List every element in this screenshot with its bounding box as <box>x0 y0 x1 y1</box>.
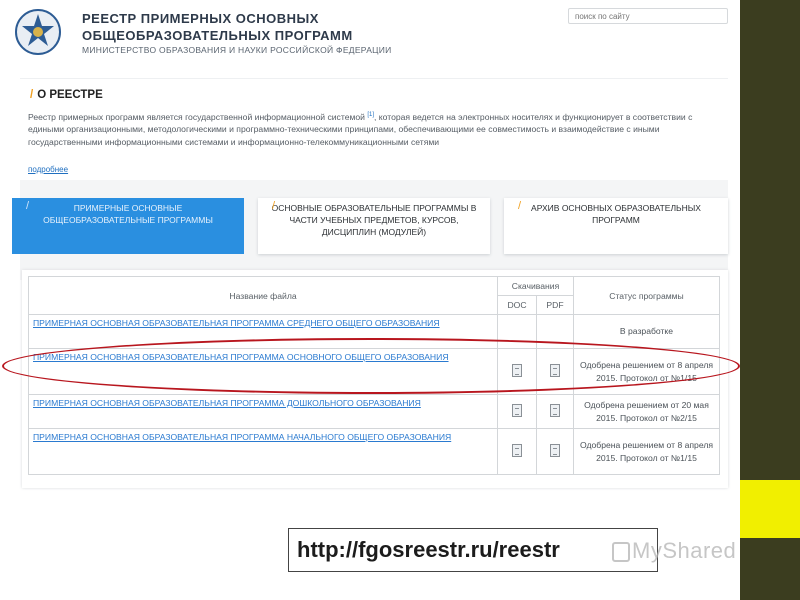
site-subtitle: МИНИСТЕРСТВО ОБРАЗОВАНИЯ И НАУКИ РОССИЙС… <box>82 45 392 55</box>
about-title: / О РЕЕСТРЕ <box>30 89 103 101</box>
slash-accent-icon: / <box>272 200 276 212</box>
header-pdf: PDF <box>536 295 574 315</box>
header-file-name: Название файла <box>28 276 498 315</box>
pdf-file-icon[interactable] <box>550 444 560 457</box>
url-caption: http://fgosreestr.ru/reestr <box>288 528 658 572</box>
pdf-cell <box>536 394 574 429</box>
slide-side-strip <box>740 0 800 600</box>
doc-file-icon[interactable] <box>512 404 522 417</box>
header-doc: DOC <box>497 295 537 315</box>
status-cell: Одобрена решением от 8 апреля 2015. Прот… <box>573 348 720 395</box>
programs-table: Название файла Скачивания Статус програм… <box>28 276 720 475</box>
header-status: Статус программы <box>573 276 720 315</box>
about-title-text: О РЕЕСТРЕ <box>37 89 103 101</box>
site-title-line1: РЕЕСТР ПРИМЕРНЫХ ОСНОВНЫХ <box>82 11 319 26</box>
header-downloads: Скачивания <box>497 276 574 296</box>
doc-cell <box>497 394 537 429</box>
about-text: Реестр примерных программ является госуд… <box>28 109 718 148</box>
about-section: / О РЕЕСТРЕ Реестр примерных программ явл… <box>20 78 728 179</box>
table-row: ПРИМЕРНАЯ ОСНОВНАЯ ОБРАЗОВАТЕЛЬНАЯ ПРОГР… <box>28 428 720 475</box>
table-row: ПРИМЕРНАЯ ОСНОВНАЯ ОБРАЗОВАТЕЛЬНАЯ ПРОГР… <box>28 394 720 429</box>
pdf-file-icon[interactable] <box>550 364 560 377</box>
about-text-part1: Реестр примерных программ является госуд… <box>28 111 365 122</box>
tab-archive[interactable]: / АРХИВ ОСНОВНЫХ ОБРАЗОВАТЕЛЬНЫХ ПРОГРАМ… <box>504 198 728 254</box>
tab-label: ПРИМЕРНЫЕ ОСНОВНЫЕ ОБЩЕОБРАЗОВАТЕЛЬНЫЕ П… <box>43 203 213 225</box>
pdf-cell <box>536 314 574 349</box>
doc-file-icon[interactable] <box>512 444 522 457</box>
tab-subject-programs[interactable]: / ОСНОВНЫЕ ОБРАЗОВАТЕЛЬНЫЕ ПРОГРАММЫ В Ч… <box>258 198 490 254</box>
watermark: MyShared <box>612 538 736 564</box>
file-name-cell: ПРИМЕРНАЯ ОСНОВНАЯ ОБРАЗОВАТЕЛЬНАЯ ПРОГР… <box>28 348 498 395</box>
yellow-accent-block <box>740 480 800 538</box>
file-name-cell: ПРИМЕРНАЯ ОСНОВНАЯ ОБРАЗОВАТЕЛЬНАЯ ПРОГР… <box>28 314 498 349</box>
search-input[interactable] <box>568 8 728 24</box>
status-cell: Одобрена решением от 8 апреля 2015. Прот… <box>573 428 720 475</box>
table-row: ПРИМЕРНАЯ ОСНОВНАЯ ОБРАЗОВАТЕЛЬНАЯ ПРОГР… <box>28 348 720 395</box>
ministry-emblem-icon[interactable] <box>12 6 64 58</box>
doc-file-icon[interactable] <box>512 364 522 377</box>
doc-cell <box>497 314 537 349</box>
more-link[interactable]: подробнее <box>28 165 68 174</box>
tab-label: АРХИВ ОСНОВНЫХ ОБРАЗОВАТЕЛЬНЫХ ПРОГРАММ <box>531 203 701 225</box>
reestr-page-screenshot: РЕЕСТР ПРИМЕРНЫХ ОСНОВНЫХ ОБЩЕОБРАЗОВАТЕ… <box>0 0 740 600</box>
slash-accent-icon: / <box>518 200 522 212</box>
presentation-icon <box>612 542 630 563</box>
pdf-cell <box>536 428 574 475</box>
program-link[interactable]: ПРИМЕРНАЯ ОСНОВНАЯ ОБРАЗОВАТЕЛЬНАЯ ПРОГР… <box>33 317 493 330</box>
tab-label: ОСНОВНЫЕ ОБРАЗОВАТЕЛЬНЫЕ ПРОГРАММЫ В ЧАС… <box>271 203 477 237</box>
program-link[interactable]: ПРИМЕРНАЯ ОСНОВНАЯ ОБРАЗОВАТЕЛЬНАЯ ПРОГР… <box>33 397 493 410</box>
site-title[interactable]: РЕЕСТР ПРИМЕРНЫХ ОСНОВНЫХ ОБЩЕОБРАЗОВАТЕ… <box>82 10 353 44</box>
doc-cell <box>497 348 537 395</box>
slash-accent-icon: / <box>26 200 30 212</box>
file-name-cell: ПРИМЕРНАЯ ОСНОВНАЯ ОБРАЗОВАТЕЛЬНАЯ ПРОГР… <box>28 428 498 475</box>
program-link[interactable]: ПРИМЕРНАЯ ОСНОВНАЯ ОБРАЗОВАТЕЛЬНАЯ ПРОГР… <box>33 431 493 444</box>
tab-primary-programs[interactable]: / ПРИМЕРНЫЕ ОСНОВНЫЕ ОБЩЕОБРАЗОВАТЕЛЬНЫЕ… <box>12 198 244 254</box>
program-link[interactable]: ПРИМЕРНАЯ ОСНОВНАЯ ОБРАЗОВАТЕЛЬНАЯ ПРОГР… <box>33 351 493 364</box>
programs-table-panel: Название файла Скачивания Статус програм… <box>22 270 728 488</box>
site-header: РЕЕСТР ПРИМЕРНЫХ ОСНОВНЫХ ОБЩЕОБРАЗОВАТЕ… <box>0 0 740 70</box>
site-title-line2: ОБЩЕОБРАЗОВАТЕЛЬНЫХ ПРОГРАММ <box>82 28 353 43</box>
pdf-file-icon[interactable] <box>550 404 560 417</box>
slash-accent-icon: / <box>30 89 34 101</box>
table-row: ПРИМЕРНАЯ ОСНОВНАЯ ОБРАЗОВАТЕЛЬНАЯ ПРОГР… <box>28 314 720 349</box>
doc-cell <box>497 428 537 475</box>
file-name-cell: ПРИМЕРНАЯ ОСНОВНАЯ ОБРАЗОВАТЕЛЬНАЯ ПРОГР… <box>28 394 498 429</box>
pdf-cell <box>536 348 574 395</box>
status-cell: В разработке <box>573 314 720 349</box>
status-cell: Одобрена решением от 20 мая 2015. Проток… <box>573 394 720 429</box>
watermark-text: MyShared <box>632 538 737 563</box>
